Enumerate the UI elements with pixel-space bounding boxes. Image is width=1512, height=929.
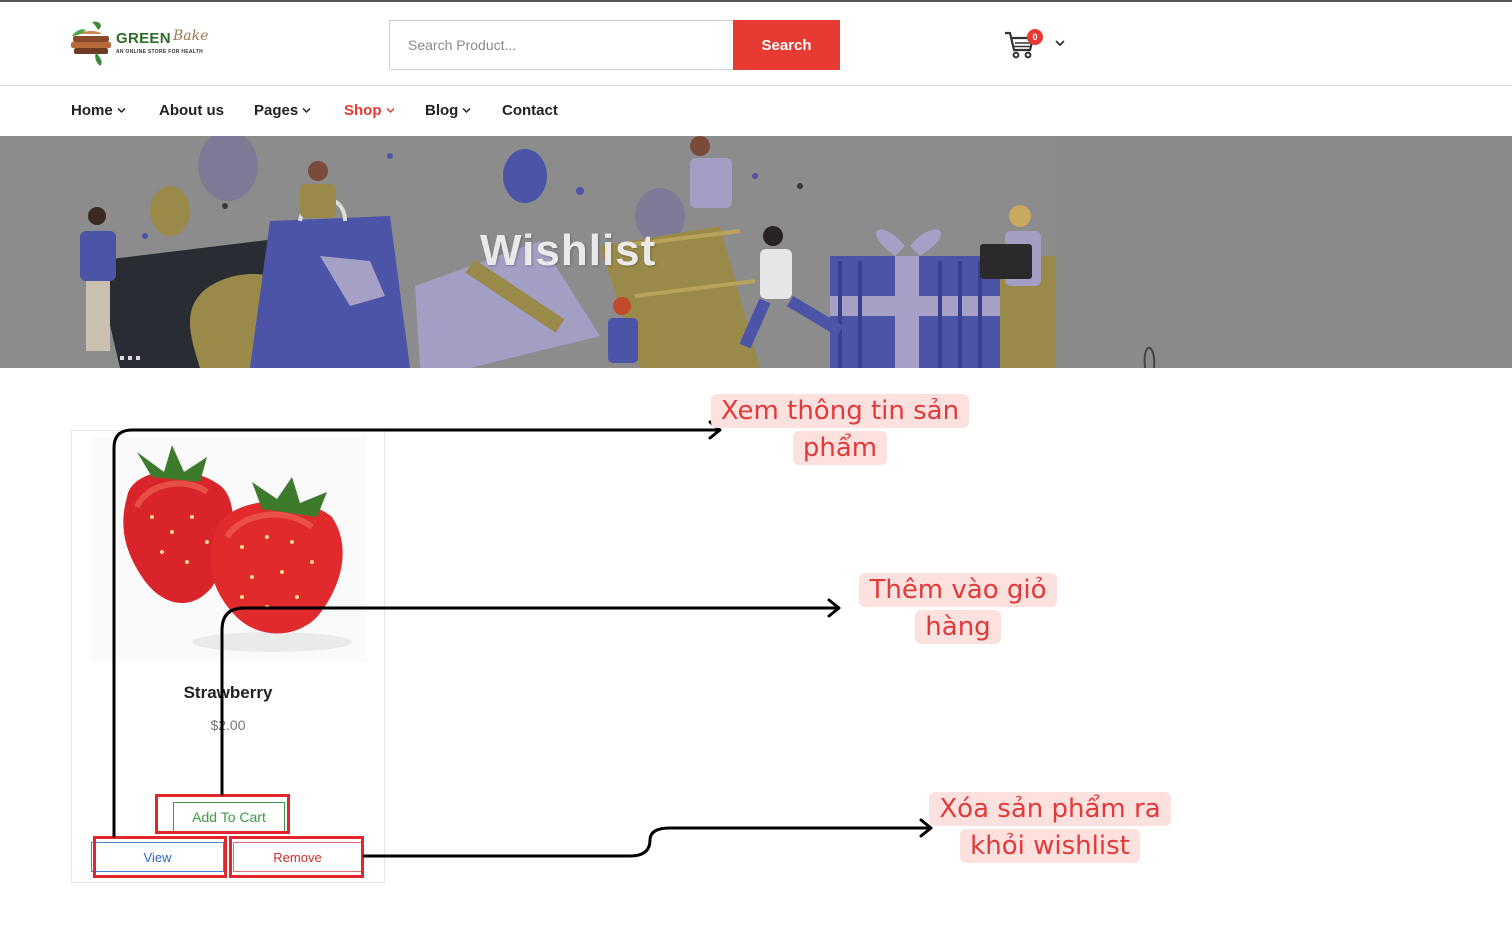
remove-button[interactable]: Remove <box>233 842 362 872</box>
logo-icon <box>71 21 111 66</box>
banner-illustration <box>0 136 1512 368</box>
nav-item-label: Home <box>71 102 113 119</box>
nav-item-label: Blog <box>425 102 459 119</box>
product-name[interactable]: Strawberry <box>72 683 384 703</box>
chevron-down-icon <box>462 107 471 114</box>
main-nav: Home About us Pages Shop Blog Contact <box>0 87 1512 136</box>
product-price: $2.00 <box>210 717 246 733</box>
nav-item-pages[interactable]: Pages <box>254 102 311 119</box>
nav-item-label: Contact <box>502 102 558 119</box>
page-banner: Wishlist <box>0 136 1512 368</box>
callout-view-text: Xem thông tin sản phẩm <box>710 394 970 465</box>
nav-item-label: Shop <box>344 102 382 119</box>
search-input[interactable] <box>390 21 734 69</box>
nav-item-label: Pages <box>254 102 299 119</box>
search-button[interactable]: Search <box>733 20 840 70</box>
nav-item-contact[interactable]: Contact <box>502 102 558 119</box>
callout-remove: Xóa sản phẩm ra khỏi wishlist <box>925 791 1175 865</box>
arrow-remove <box>362 826 932 858</box>
logo-text: GREEN <box>116 30 171 47</box>
logo-script-text: Bake <box>173 28 209 44</box>
site-logo[interactable]: GREEN Bake AN ONLINE STORE FOR HEALTH <box>70 20 230 66</box>
nav-item-about[interactable]: About us <box>159 102 224 119</box>
chevron-down-icon <box>302 107 311 114</box>
logo-tagline: AN ONLINE STORE FOR HEALTH <box>116 49 204 55</box>
chevron-down-icon <box>385 107 395 114</box>
callout-add-to-cart-text: Thêm vào giỏ hàng <box>859 573 1057 644</box>
callout-add-to-cart: Thêm vào giỏ hàng <box>848 572 1068 646</box>
nav-item-shop[interactable]: Shop <box>344 102 395 119</box>
callout-remove-text: Xóa sản phẩm ra khỏi wishlist <box>929 792 1171 863</box>
wishlist-item-card: Strawberry $2.00 Add To Cart View Remove <box>71 430 385 883</box>
callout-view: Xem thông tin sản phẩm <box>700 393 980 467</box>
site-header: GREEN Bake AN ONLINE STORE FOR HEALTH Se… <box>0 2 1512 86</box>
view-button[interactable]: View <box>91 842 224 872</box>
chevron-down-icon <box>117 107 126 114</box>
chevron-down-icon[interactable] <box>1054 38 1066 48</box>
nav-item-home[interactable]: Home <box>71 102 126 119</box>
nav-item-label: About us <box>159 102 224 119</box>
page-title: Wishlist <box>480 226 657 275</box>
product-image[interactable] <box>92 437 367 663</box>
add-to-cart-button[interactable]: Add To Cart <box>173 802 285 832</box>
nav-item-blog[interactable]: Blog <box>425 102 471 119</box>
cart-count-badge: 0 <box>1027 29 1043 45</box>
search-box <box>389 20 734 70</box>
